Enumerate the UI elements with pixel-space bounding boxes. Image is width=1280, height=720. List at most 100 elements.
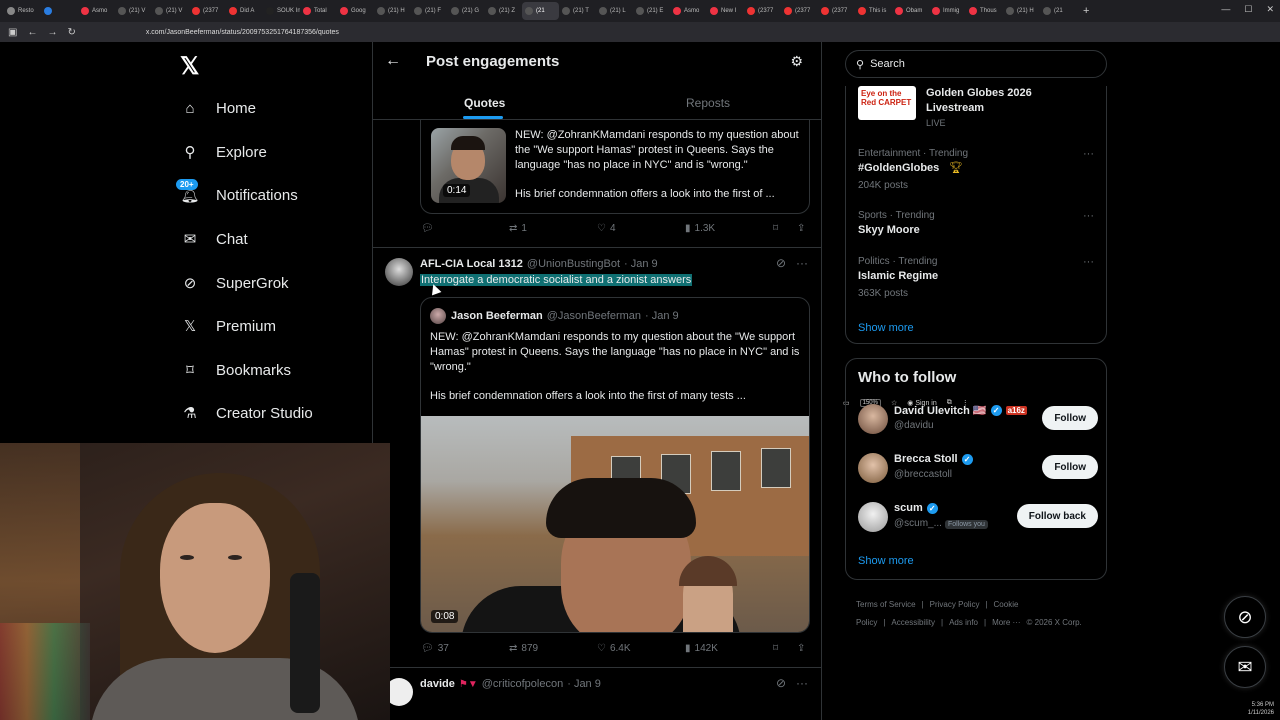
footer-link[interactable]: More ··· [992, 618, 1020, 627]
browser-tab[interactable]: Thous [966, 2, 1003, 20]
like-button[interactable]: ♡ 6.4K [597, 643, 631, 654]
share-button[interactable]: ⇪ [797, 643, 805, 654]
browser-tab[interactable]: Immig [929, 2, 966, 20]
trend-name[interactable]: Islamic Regime [858, 270, 938, 282]
browser-tab[interactable]: Obam [892, 2, 929, 20]
repost-button[interactable]: ⇄ 1 [509, 223, 527, 234]
video-thumbnail[interactable]: 0:14 [431, 128, 506, 203]
nav-item-explore[interactable]: ⚲ Explore [180, 142, 267, 162]
nav-item-home[interactable]: ⌂ Home [180, 98, 256, 118]
follow-suggestion[interactable]: scum ✓ @scum_... Follows you Follow back [858, 500, 1098, 536]
browser-tab[interactable]: (21 [522, 2, 559, 20]
nav-item-notifications[interactable]: 🔔︎ 20+ Notifications [176, 179, 298, 205]
bookmark-button[interactable]: ⌑ [773, 643, 778, 654]
search-input[interactable]: ⚲ Search [845, 50, 1107, 78]
bookmark-button[interactable]: ⌑ [773, 223, 778, 234]
author-name[interactable]: davide [420, 678, 455, 690]
browser-tab[interactable]: Asmo [670, 2, 707, 20]
avatar[interactable] [385, 258, 413, 286]
more-options-icon[interactable]: ··· [796, 676, 808, 690]
reload-icon[interactable]: ↻ [67, 27, 75, 38]
follow-back-button[interactable]: Follow back [1016, 504, 1098, 528]
browser-tab[interactable]: (21) H [374, 2, 411, 20]
nav-item-supergrok[interactable]: ⊘ SuperGrok [180, 273, 289, 293]
avatar[interactable] [858, 453, 888, 483]
nav-item-creator-studio[interactable]: ⚗ Creator Studio [180, 403, 312, 423]
follow-button[interactable]: Follow [1042, 455, 1098, 479]
footer-link[interactable]: Terms of Service [856, 600, 916, 609]
browser-tab[interactable]: (2377 [818, 2, 855, 20]
browser-tab[interactable]: (2377 [189, 2, 226, 20]
browser-tab[interactable]: (2377 [781, 2, 818, 20]
share-button[interactable]: ⇪ [797, 223, 805, 234]
messages-fab-button[interactable]: ✉ [1224, 646, 1266, 688]
video-player[interactable]: 0:08 [421, 416, 809, 632]
live-event-logo[interactable]: Eye on the Red CARPET [858, 86, 916, 120]
browser-tab[interactable]: (21) V [152, 2, 189, 20]
browser-tab[interactable]: Goog [337, 2, 374, 20]
author-handle[interactable]: @UnionBustingBot [527, 258, 620, 270]
like-button[interactable]: ♡ 4 [597, 223, 616, 234]
url-field[interactable]: x.com/JasonBeeferman/status/200975325176… [146, 29, 339, 36]
browser-tab[interactable]: (2377 [744, 2, 781, 20]
new-tab-icon[interactable]: + [1083, 5, 1089, 17]
browser-tab[interactable]: Resto [4, 2, 41, 20]
browser-tab[interactable]: Did A [226, 2, 263, 20]
browser-tab[interactable]: SOUK Inte [263, 2, 300, 20]
views-button[interactable]: ▮ 1.3K [685, 223, 715, 234]
browser-tab[interactable]: (21) T [559, 2, 596, 20]
x-logo-icon[interactable]: 𝕏 [180, 52, 199, 81]
trend-more-icon[interactable]: ··· [1083, 210, 1094, 222]
browser-tab[interactable]: Asmo [78, 2, 115, 20]
sidebar-toggle-icon[interactable]: ▣ [8, 27, 17, 38]
browser-tab[interactable]: This is [855, 2, 892, 20]
grok-icon[interactable]: ⊘ [776, 676, 786, 690]
post-date[interactable]: · Jan 9 [567, 678, 601, 690]
follow-button[interactable]: Follow [1042, 406, 1098, 430]
nav-item-premium[interactable]: 𝕏 Premium [180, 316, 276, 336]
back-arrow-icon[interactable]: ← [27, 27, 37, 38]
browser-tab[interactable]: (21) Z [485, 2, 522, 20]
browser-tab[interactable]: (21) G [448, 2, 485, 20]
reply-button[interactable]: 💬︎ [421, 223, 434, 234]
tab-reposts[interactable]: Reposts [686, 96, 730, 110]
nav-item-chat[interactable]: ✉ Chat [180, 229, 248, 249]
browser-tab[interactable]: (21) H [1003, 2, 1040, 20]
forward-arrow-icon[interactable]: → [47, 27, 57, 38]
trend-more-icon[interactable]: ··· [1083, 148, 1094, 160]
back-arrow-icon[interactable]: ← [385, 52, 401, 70]
browser-tab[interactable] [41, 2, 78, 20]
trend-more-icon[interactable]: ··· [1083, 256, 1094, 268]
live-event-title[interactable]: Golden Globes 2026 Livestream [926, 86, 1032, 116]
quoted-post-card[interactable]: 0:14 NEW: @ZohranKMamdani responds to my… [420, 120, 810, 214]
views-button[interactable]: ▮ 142K [685, 643, 718, 654]
show-more-link[interactable]: Show more [858, 322, 914, 334]
post-date[interactable]: · Jan 9 [624, 258, 658, 270]
quoted-post-card[interactable]: Jason Beeferman @JasonBeeferman · Jan 9 … [420, 297, 810, 633]
tab-quotes[interactable]: Quotes [464, 96, 505, 110]
grok-fab-button[interactable]: ⊘ [1224, 596, 1266, 638]
show-more-link[interactable]: Show more [858, 555, 914, 567]
settings-sliders-icon[interactable]: ⚙ [790, 53, 803, 70]
grok-icon[interactable]: ⊘ [776, 256, 786, 270]
follow-suggestion[interactable]: David Ulevitch 🇺🇸 ✓ a16z @davidu Follow [858, 402, 1098, 438]
footer-link[interactable]: Ads info [949, 618, 978, 627]
footer-link[interactable]: Accessibility [891, 618, 935, 627]
repost-button[interactable]: ⇄ 879 [509, 643, 538, 654]
avatar[interactable] [858, 404, 888, 434]
more-options-icon[interactable]: ··· [796, 256, 808, 270]
footer-link[interactable]: © 2026 X Corp. [1027, 618, 1082, 627]
trend-name[interactable]: Skyy Moore [858, 224, 920, 236]
browser-tab[interactable]: (21) F [411, 2, 448, 20]
author-handle[interactable]: @criticofpolecon [482, 678, 563, 690]
nav-item-bookmarks[interactable]: ⌑ Bookmarks [180, 360, 291, 380]
author-name[interactable]: AFL-CIA Local 1312 [420, 258, 523, 270]
trend-name[interactable]: #GoldenGlobes [858, 162, 939, 174]
reply-button[interactable]: 💬︎ 37 [421, 643, 449, 654]
follow-suggestion[interactable]: Brecca Stoll ✓ @breccastoll Follow [858, 451, 1098, 487]
maximize-icon[interactable]: ☐ [1244, 4, 1252, 15]
browser-tab[interactable]: (21) V [115, 2, 152, 20]
avatar[interactable] [858, 502, 888, 532]
minimize-icon[interactable]: — [1221, 4, 1230, 15]
browser-tab[interactable]: (21) E [633, 2, 670, 20]
